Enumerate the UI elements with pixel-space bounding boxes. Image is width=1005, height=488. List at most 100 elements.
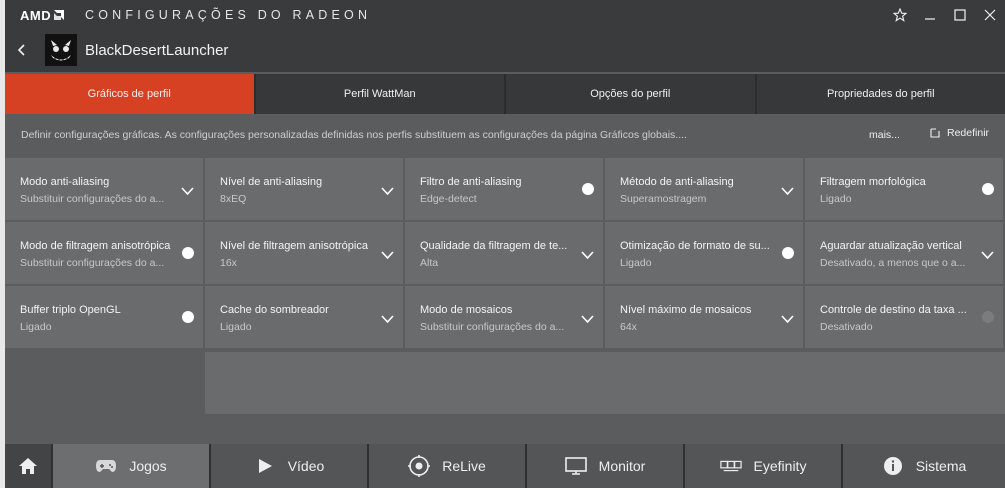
setting-tile[interactable]: Aguardar atualização vertical Desativado,… (805, 222, 1003, 284)
setting-label: Aguardar atualização vertical (820, 240, 962, 252)
setting-value: Substituir configurações do a... (20, 193, 165, 205)
eyefinity-icon (719, 456, 742, 476)
setting-label: Filtro de anti-aliasing (420, 176, 522, 188)
nav-home[interactable] (5, 444, 51, 488)
tab-profile-graphics[interactable]: Gráficos de perfil (5, 74, 254, 114)
setting-tile[interactable]: Modo de mosaicos Substituir configurações… (405, 286, 603, 348)
nav-eyefinity[interactable]: Eyefinity (685, 444, 841, 488)
window-controls (885, 2, 1005, 28)
setting-label: Modo de filtragem anisotrópica (20, 240, 171, 252)
setting-value: Ligado (20, 321, 52, 333)
nav-relive[interactable]: ReLive (369, 444, 525, 488)
amd-logo: AMD (20, 7, 65, 23)
setting-value: Alta (420, 257, 439, 269)
setting-tile[interactable]: Modo anti-aliasing Substituir configuraçõ… (5, 158, 203, 220)
nav-system[interactable]: Sistema (843, 444, 1005, 488)
tab-profile-options[interactable]: Opções do perfil (506, 74, 755, 114)
setting-value: 8xEQ (220, 193, 247, 205)
toggle-switch[interactable] (182, 247, 194, 259)
game-icon (45, 34, 77, 66)
setting-tile[interactable]: Cache do sombreador Ligado (205, 286, 403, 348)
nav-monitor[interactable]: Monitor (527, 444, 683, 488)
setting-tile[interactable]: Nível máximo de mosaicos 64x (605, 286, 803, 348)
toggle-switch[interactable] (182, 311, 194, 323)
toggle-switch[interactable] (782, 247, 794, 259)
minimize-icon[interactable] (915, 2, 945, 28)
setting-label: Cache do sombreador (220, 304, 329, 316)
settings-grid: Modo anti-aliasing Substituir configuraçõ… (5, 158, 1005, 414)
nav-label: ReLive (442, 458, 486, 474)
nav-label: Monitor (598, 458, 646, 474)
description-text: Definir configurações gráficas. As confi… (21, 129, 687, 141)
chevron-down-icon[interactable] (981, 247, 994, 260)
profile-game-name: BlackDesertLauncher (85, 42, 229, 59)
chevron-down-icon[interactable] (781, 311, 794, 324)
nav-label: Jogos (129, 458, 167, 474)
setting-tile[interactable]: Otimização de formato de su... Ligado (605, 222, 803, 284)
setting-label: Nível máximo de mosaicos (620, 304, 752, 316)
setting-label: Otimização de formato de su... (620, 240, 770, 252)
empty-grid-area (205, 352, 1005, 414)
description-bar: Definir configurações gráficas. As confi… (5, 116, 1005, 156)
setting-tile[interactable]: Buffer triplo OpenGL Ligado (5, 286, 203, 348)
gamepad-icon (95, 456, 117, 476)
setting-tile[interactable]: Filtro de anti-aliasing Edge-detect (405, 158, 603, 220)
setting-label: Modo anti-aliasing (20, 176, 110, 188)
chevron-down-icon[interactable] (781, 183, 794, 196)
toggle-switch[interactable] (982, 311, 994, 323)
more-link[interactable]: mais... (869, 129, 900, 141)
relive-icon (408, 455, 431, 477)
toggle-switch[interactable] (982, 183, 994, 195)
setting-tile[interactable]: Qualidade da filtragem de te... Alta (405, 222, 603, 284)
setting-value: Ligado (220, 321, 252, 333)
nav-label: Eyefinity (753, 458, 807, 474)
setting-label: Nível de filtragem anisotrópica (220, 240, 368, 252)
setting-label: Método de anti-aliasing (620, 176, 734, 188)
chevron-down-icon[interactable] (581, 311, 594, 324)
close-icon[interactable] (975, 2, 1005, 28)
setting-value: Desativado (820, 321, 873, 333)
nav-label: Vídeo (287, 458, 325, 474)
setting-label: Buffer triplo OpenGL (20, 304, 121, 316)
setting-value: Substituir configurações do a... (20, 257, 165, 269)
nav-games[interactable]: Jogos (53, 444, 209, 488)
setting-tile[interactable]: Método de anti-aliasing Superamostragem (605, 158, 803, 220)
amd-arrow-icon (54, 10, 65, 20)
setting-label: Filtragem morfológica (820, 176, 926, 188)
radeon-settings-window: AMD CONFIGURAÇÕES DO RADEON BlackDesertL… (5, 0, 1005, 488)
chevron-down-icon[interactable] (181, 183, 194, 196)
chevron-down-icon[interactable] (581, 247, 594, 260)
bottom-navigation: Jogos Vídeo ReLive Monitor Eyefinity Sis… (5, 444, 1005, 488)
toggle-switch[interactable] (582, 183, 594, 195)
back-chevron-icon[interactable] (14, 40, 30, 60)
amd-logo-text: AMD (20, 7, 52, 23)
star-icon[interactable] (885, 2, 915, 28)
setting-tile[interactable]: Controle de destino da taxa ... Desativad… (805, 286, 1003, 348)
app-title: CONFIGURAÇÕES DO RADEON (85, 8, 372, 22)
chevron-down-icon[interactable] (381, 247, 394, 260)
tab-profile-properties[interactable]: Propriedades do perfil (756, 74, 1005, 114)
reset-label: Redefinir (947, 127, 990, 139)
maximize-icon[interactable] (945, 2, 975, 28)
setting-value: 16x (220, 257, 237, 269)
setting-tile[interactable]: Filtragem morfológica Ligado (805, 158, 1003, 220)
reset-icon (930, 128, 940, 138)
setting-value: 64x (620, 321, 637, 333)
setting-value: Edge-detect (420, 193, 477, 205)
info-icon (882, 456, 904, 476)
setting-value: Desativado, a menos que o a... (820, 257, 966, 269)
setting-tile[interactable]: Nível de anti-aliasing 8xEQ (205, 158, 403, 220)
setting-label: Nível de anti-aliasing (220, 176, 323, 188)
reset-button[interactable]: Redefinir (929, 127, 989, 139)
setting-value: Superamostragem (620, 193, 707, 205)
setting-tile[interactable]: Nível de filtragem anisotrópica 16x (205, 222, 403, 284)
chevron-down-icon[interactable] (381, 183, 394, 196)
setting-tile[interactable]: Modo de filtragem anisotrópica Substituir… (5, 222, 203, 284)
monitor-icon (564, 456, 587, 476)
profile-tabs: Gráficos de perfil Perfil WattMan Opções… (5, 74, 1005, 114)
setting-label: Controle de destino da taxa ... (820, 304, 967, 316)
tab-wattman-profile[interactable]: Perfil WattMan (255, 74, 504, 114)
chevron-down-icon[interactable] (381, 311, 394, 324)
setting-value: Ligado (620, 257, 652, 269)
nav-video[interactable]: Vídeo (211, 444, 367, 488)
